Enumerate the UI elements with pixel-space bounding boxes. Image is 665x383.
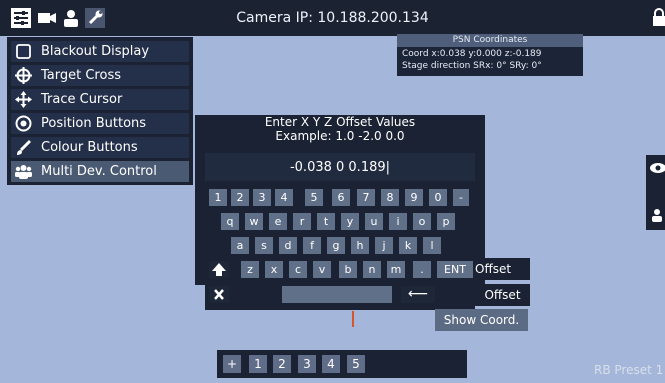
menu-item-label: Position Buttons	[41, 116, 147, 131]
dialog-title-line1: Enter X Y Z Offset Values	[264, 115, 416, 129]
key-r[interactable]: r	[293, 213, 311, 230]
key-o[interactable]: o	[413, 213, 431, 230]
side-menu: Blackout Display Target Cross Trace Curs…	[7, 37, 193, 185]
key-w[interactable]: w	[245, 213, 263, 230]
target-circle-icon	[15, 115, 32, 132]
key-2[interactable]: 2	[231, 189, 249, 206]
psn-title: PSN Coordinates	[397, 34, 583, 47]
key-v[interactable]: v	[313, 261, 331, 278]
key-f[interactable]: f	[303, 237, 321, 254]
enter-key[interactable]: ENT	[437, 261, 473, 278]
menu-item-label: Trace Cursor	[41, 92, 123, 107]
key-6[interactable]: 6	[332, 189, 350, 206]
key-e[interactable]: e	[269, 213, 287, 230]
menu-item-blackout-display[interactable]: Blackout Display	[11, 41, 189, 62]
square-icon	[16, 44, 31, 59]
right-panel	[646, 155, 665, 230]
sliders-icon[interactable]	[11, 8, 31, 28]
psn-coordinates-panel: PSN Coordinates Coord x:0.038 y:0.000 z:…	[397, 34, 583, 76]
key-b[interactable]: b	[339, 261, 357, 278]
backspace-key[interactable]: ⟵	[401, 286, 435, 303]
space-key[interactable]	[282, 286, 392, 303]
preset-button-2[interactable]: 2	[273, 355, 291, 373]
preset-bar: + 1 2 3 4 5	[217, 350, 467, 378]
show-coord-button[interactable]: Show Coord.	[435, 309, 528, 331]
position-marker	[352, 311, 354, 327]
users-icon[interactable]	[649, 207, 665, 223]
key-c[interactable]: c	[289, 261, 307, 278]
key-u[interactable]: u	[365, 213, 383, 230]
key-k[interactable]: k	[399, 237, 417, 254]
key-m[interactable]: m	[387, 261, 405, 278]
offset-button-2[interactable]: Offset	[475, 284, 530, 306]
menu-item-label: Colour Buttons	[41, 140, 138, 155]
key-d[interactable]: d	[279, 237, 297, 254]
dialog-title: Enter X Y Z Offset Values Example: 1.0 -…	[205, 115, 475, 149]
paint-brush-icon	[17, 139, 32, 155]
key-x[interactable]: x	[265, 261, 283, 278]
rb-preset-label: RB Preset 1	[594, 363, 664, 377]
key-i[interactable]: i	[389, 213, 407, 230]
key-7[interactable]: 7	[357, 189, 375, 206]
key-h[interactable]: h	[351, 237, 369, 254]
wrench-icon[interactable]	[85, 8, 105, 28]
close-icon	[214, 289, 224, 300]
preset-button-5[interactable]: 5	[347, 355, 365, 373]
key-p[interactable]: p	[437, 213, 455, 230]
preset-button-3[interactable]: 3	[298, 355, 316, 373]
menu-item-label: Target Cross	[41, 68, 121, 83]
eye-icon[interactable]	[649, 161, 665, 175]
offset-input[interactable]	[205, 153, 475, 181]
menu-item-target-cross[interactable]: Target Cross	[11, 65, 189, 86]
psn-stage-direction-text: Stage direction SRx: 0° SRy: 0°	[402, 61, 542, 71]
key-y[interactable]: y	[341, 213, 359, 230]
key-a[interactable]: a	[231, 237, 249, 254]
shift-arrow-icon	[212, 263, 226, 276]
preset-button-4[interactable]: 4	[322, 355, 340, 373]
key-q[interactable]: q	[221, 213, 239, 230]
add-preset-button[interactable]: +	[223, 355, 241, 373]
menu-item-label: Multi Dev. Control	[41, 164, 157, 179]
key-1[interactable]: 1	[209, 189, 227, 206]
key-8[interactable]: 8	[381, 189, 399, 206]
key-3[interactable]: 3	[253, 189, 271, 206]
crosshair-icon	[15, 67, 32, 84]
preset-button-1[interactable]: 1	[249, 355, 267, 373]
key-t[interactable]: t	[317, 213, 335, 230]
dialog-title-line2: Example: 1.0 -2.0 0.0	[275, 129, 405, 143]
key-9[interactable]: 9	[405, 189, 423, 206]
key-n[interactable]: n	[363, 261, 381, 278]
key-5[interactable]: 5	[305, 189, 323, 206]
key-j[interactable]: j	[375, 237, 393, 254]
users-icon	[15, 165, 32, 179]
lock-icon[interactable]	[651, 8, 665, 28]
video-camera-icon[interactable]	[37, 8, 57, 28]
offset-button-1[interactable]: Offset	[475, 258, 530, 280]
menu-item-label: Blackout Display	[41, 44, 150, 59]
key-l[interactable]: l	[423, 237, 441, 254]
close-key[interactable]	[209, 286, 229, 303]
on-screen-keyboard: 1 2 3 4 5 6 7 8 9 0 - q w e r t y u i o …	[205, 185, 475, 310]
key-minus[interactable]: -	[453, 189, 469, 206]
key-period[interactable]: .	[413, 261, 431, 278]
menu-item-trace-cursor[interactable]: Trace Cursor	[11, 89, 189, 110]
key-g[interactable]: g	[327, 237, 345, 254]
menu-item-multi-dev-control[interactable]: Multi Dev. Control	[11, 161, 189, 182]
move-arrows-icon	[15, 91, 32, 108]
key-s[interactable]: s	[255, 237, 273, 254]
key-z[interactable]: z	[241, 261, 259, 278]
menu-item-position-buttons[interactable]: Position Buttons	[11, 113, 189, 134]
shift-key[interactable]	[209, 261, 229, 278]
psn-coord-text: Coord x:0.038 y:0.000 z:-0.189	[402, 49, 542, 59]
top-bar: Camera IP: 10.188.200.134	[0, 0, 665, 36]
menu-item-colour-buttons[interactable]: Colour Buttons	[11, 137, 189, 158]
user-icon[interactable]	[61, 8, 81, 28]
key-4[interactable]: 4	[275, 189, 293, 206]
key-0[interactable]: 0	[429, 189, 447, 206]
